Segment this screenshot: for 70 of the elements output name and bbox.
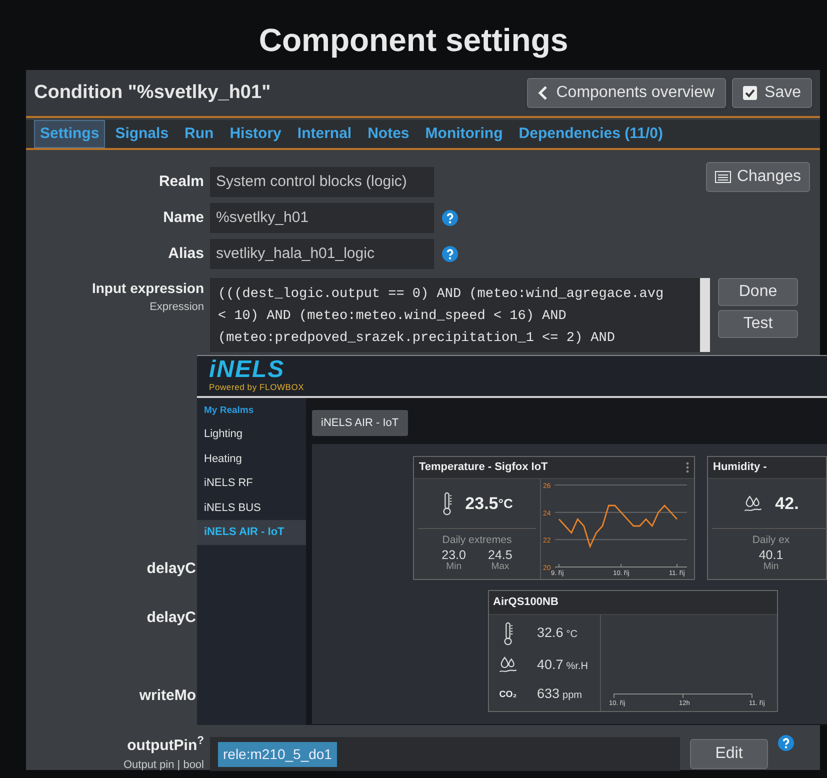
save-button[interactable]: Save — [732, 78, 812, 108]
extreme-label: Min — [446, 560, 462, 573]
edit-button[interactable]: Edit — [690, 739, 768, 769]
sidebar-item[interactable]: Heating — [197, 446, 306, 472]
reading-value: 23.5 — [465, 492, 498, 515]
field-label: Input expression — [92, 279, 204, 298]
reading-value: 40.7 — [537, 656, 564, 674]
sidebar-item[interactable]: Lighting — [197, 422, 306, 447]
sidebar-item[interactable]: iNELS RF — [197, 471, 306, 496]
panel-title: Condition "%svetlky_h01" — [34, 80, 271, 105]
sidebar-heading: My Realms — [203, 404, 255, 418]
back-button[interactable]: Components overview — [527, 78, 726, 108]
input-field[interactable]: svetliky_hala_h01_logic — [210, 239, 434, 269]
co2-label: CO₂ — [499, 688, 517, 701]
changes-button[interactable]: Changes — [706, 162, 810, 192]
input-field[interactable]: %svetlky_h01 — [210, 203, 434, 233]
extremes-label: Daily extremes — [442, 533, 512, 548]
expression-button[interactable]: Test — [718, 310, 798, 338]
tab[interactable]: Signals — [109, 120, 175, 148]
card-title: Humidity - — [713, 460, 767, 476]
field-label: delayC — [146, 559, 196, 579]
field-label: Alias — [167, 244, 205, 264]
tab[interactable]: Run — [178, 120, 220, 148]
field-hint: Output pin | bool — [123, 758, 204, 773]
field-label: Name — [162, 208, 205, 228]
thermometer-icon — [441, 492, 454, 516]
expression-field[interactable]: (((dest_logic.output == 0) AND (meteo:wind_agregace.avg < 10) AND (meteo:meteo.wind_speed < 16) AND (meteo:predpoved_srazek.precipitation_1 <= 2) AND — [210, 278, 710, 352]
tab[interactable]: History — [224, 120, 288, 148]
reading-unit: °C — [498, 494, 513, 513]
input-field[interactable]: System control blocks (logic) — [210, 167, 434, 197]
reading-value: 633 — [537, 685, 560, 704]
tab[interactable]: Dependencies (11/0) — [512, 120, 669, 148]
humidity-icon — [743, 494, 764, 514]
sidebar-item[interactable]: iNELS BUS — [197, 496, 306, 520]
tab[interactable]: Internal — [291, 120, 358, 148]
reading-unit: °C — [566, 628, 578, 642]
value-tag: rele:m210_5_do1 — [218, 742, 337, 766]
thermometer-icon — [502, 622, 514, 646]
extreme-value: 23.0 — [442, 548, 466, 561]
extreme-value: 24.5 — [488, 548, 512, 561]
tab[interactable]: Settings — [34, 120, 106, 148]
table-icon — [714, 171, 731, 183]
tab[interactable]: Notes — [362, 120, 416, 148]
input-field[interactable]: rele:m210_5_do1 — [210, 737, 680, 771]
extreme-value: 40.1 — [758, 548, 784, 561]
logo: iNELS — [209, 358, 286, 381]
reading-value: 32.6 — [537, 624, 564, 642]
field-label: delayC — [146, 608, 196, 628]
extreme-label: Max — [491, 560, 510, 573]
extremes-label: Daily ex — [752, 533, 790, 548]
tab[interactable]: iNELS AIR - IoT — [312, 410, 408, 436]
humidity-icon — [498, 654, 518, 675]
sidebar-item[interactable]: iNELS AIR - IoT — [197, 520, 306, 545]
chevron-left-icon — [538, 86, 548, 100]
field-label: Realm — [158, 172, 205, 192]
more-icon — [686, 462, 689, 473]
expression-button[interactable]: Done — [718, 278, 798, 306]
field-label: outputPin$^{?}$ — [127, 734, 204, 756]
tab[interactable]: Monitoring — [419, 120, 509, 148]
field-hint: Expression — [150, 300, 204, 315]
logo-tagline: Powered by FLOWBOX — [209, 380, 306, 394]
reading-unit: ppm — [562, 689, 582, 704]
extreme-label: Min — [763, 560, 779, 573]
reading-value: 42. — [775, 492, 799, 515]
card-title: AirQS100NB — [493, 595, 558, 610]
page-title: Component settings — [258, 21, 568, 60]
checkbox-icon — [742, 86, 757, 100]
reading-unit: %r.H — [566, 660, 588, 674]
card-title: Temperature - Sigfox IoT — [419, 460, 548, 476]
field-label: writeMo — [138, 686, 196, 706]
